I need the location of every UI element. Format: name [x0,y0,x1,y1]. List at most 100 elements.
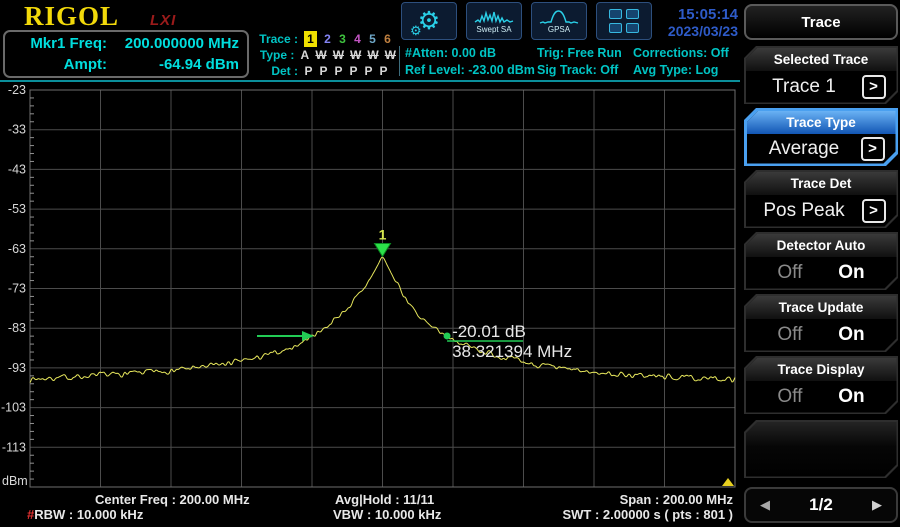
header-bar: RIGOL LXI Mkr1 Freq: 200.000000 MHz Ampt… [0,0,740,82]
trace-update-off-option[interactable]: Off [777,324,802,346]
softkey-panel: Trace Selected Trace Trace 1 > Trace Typ… [740,0,900,527]
rbw-text: RBW : 10.000 kHz [34,507,144,522]
status-col-corrections: Corrections: Off Avg Type: Log [633,45,729,79]
ndb-freq-label: 38.321394 MHz [452,342,572,361]
gpsa-label: GPSA [547,24,571,34]
status-col-trig: Trig: Free Run Sig Track: Off [537,45,622,79]
corrections-status: Corrections: Off [633,46,729,60]
trace-5-num[interactable]: 5 [368,31,377,47]
clock: 15:05:14 2023/03/23 [652,6,738,39]
avg-type-status: Avg Type: Log [633,63,719,77]
mkr1-freq-label: Mkr1 Freq: [30,35,107,52]
header-divider [399,46,400,76]
detector-auto-on-option[interactable]: On [838,262,864,284]
apps-button[interactable] [596,2,652,40]
small-gear-icon: ⚙ [410,23,422,38]
type-row-label: Type : [259,48,295,62]
settings-button[interactable]: ⚙ ⚙ [401,2,457,40]
trace-display-off-option[interactable]: Off [777,386,802,408]
y-axis-tick-label: -93 [8,361,26,375]
spectrum-analyzer-screen: RIGOL LXI Mkr1 Freq: 200.000000 MHz Ampt… [0,0,900,527]
y-axis-tick-label: -63 [8,242,26,256]
y-axis-tick-label: -113 [2,440,26,454]
marker-1-label: 1 [379,227,387,243]
toolbar: ⚙ ⚙ Swept SA GPSA [401,2,652,40]
detector-auto-header: Detector Auto [746,234,897,257]
trace-display-on-option[interactable]: On [838,386,864,408]
swept-sa-icon [474,9,514,24]
trace-legend-det-row: Det : P P P P P P [254,63,396,79]
trace-3-type: W [332,48,345,62]
softkey-detector-auto[interactable]: Detector Auto Off On [744,232,898,290]
det-row-label: Det : [271,64,298,78]
marker-readout: Mkr1 Freq: 200.000000 MHz Ampt: -64.94 d… [3,30,249,78]
trace-row-label: Trace : [259,32,298,46]
trace-5-det: P [364,64,373,78]
softkey-trace-update[interactable]: Trace Update Off On [744,294,898,352]
avg-hold-readout: Avg|Hold : 11/11 [335,492,435,507]
trace-legend-trace-row: Trace : 1 2 3 4 5 6 [254,31,396,47]
y-axis-tick-label: -33 [8,123,26,137]
clock-time: 15:05:14 [677,6,738,23]
rigol-logo: RIGOL [24,1,120,31]
ndb-right-point [443,332,451,340]
trace-display-header: Trace Display [746,358,897,381]
chart-area: -23 -33 -43 -53 -63 -73 -83 -93 -103 -113 dBm 1 -20.… [0,82,740,488]
trace-1-num[interactable]: 1 [304,31,317,47]
trace-det-header: Trace Det [746,172,897,195]
page-navigator[interactable]: ◀ 1/2 ▶ [744,487,898,523]
swept-sa-mode-button[interactable]: Swept SA [466,2,522,40]
trace-update-on-option[interactable]: On [838,324,864,346]
offscreen-marker-indicator-icon [722,478,734,486]
trace-type-header: Trace Type [747,111,896,134]
trace-4-num[interactable]: 4 [353,31,362,47]
softkey-trace-det[interactable]: Trace Det Pos Peak > [744,170,898,228]
softkey-selected-trace[interactable]: Selected Trace Trace 1 > [744,46,898,104]
y-axis-tick-label: -103 [1,401,26,415]
atten-status: #Atten: 0.00 dB [405,46,496,60]
y-axis-tick-label: -83 [8,321,26,335]
y-axis-tick-label: -53 [8,202,26,216]
spectrum-chart: -23 -33 -43 -53 -63 -73 -83 -93 -103 -113 dBm 1 -20.… [1,83,736,488]
softkey-trace-display[interactable]: Trace Display Off On [744,356,898,414]
apps-grid-icon [609,9,639,33]
softkey-empty-slot[interactable] [744,420,898,478]
y-axis-tick-label: -23 [8,83,26,97]
lxi-badge: LXI [150,12,177,29]
trace-4-type: W [350,48,362,62]
trig-status: Trig: Free Run [537,46,622,60]
ndb-delta-label: -20.01 dB [452,322,526,341]
page-indicator: 1/2 [809,495,833,514]
trace-3-num[interactable]: 3 [338,31,347,47]
y-axis-tick-label: -73 [8,282,26,296]
clock-date: 2023/03/23 [667,23,738,39]
mkr1-freq-value: 200.000000 MHz [124,35,239,52]
detector-auto-off-option[interactable]: Off [777,262,802,284]
trace-5-type: W [367,48,379,62]
span-readout: Span : 200.00 MHz [619,492,733,507]
y-axis-unit-label: dBm [2,474,28,488]
trace-legend: Trace : 1 2 3 4 5 6 Type : A W W W W W D… [254,31,396,79]
page-next-icon[interactable]: ▶ [872,497,882,513]
trace-6-num[interactable]: 6 [383,31,392,47]
softkey-trace-type[interactable]: Trace Type Average > [744,108,898,166]
marker-1-triangle-icon [373,243,392,258]
trace-3-det: P [334,64,343,78]
y-axis-tick-label: -43 [8,162,26,176]
trace-1-type: A [300,48,310,62]
chevron-right-icon: > [861,137,885,161]
gpsa-mode-button[interactable]: GPSA [531,2,587,40]
trace-2-num[interactable]: 2 [323,31,332,47]
trace-4-det: P [349,64,358,78]
gpsa-icon [539,9,579,24]
page-prev-icon[interactable]: ◀ [760,497,770,513]
sig-track-status: Sig Track: Off [537,63,619,77]
panel-title[interactable]: Trace [744,4,898,40]
trace-2-det: P [319,64,328,78]
status-col-atten: #Atten: 0.00 dB Ref Level: -23.00 dBm [405,45,535,79]
chevron-right-icon: > [862,75,886,99]
marker-freq-row: Mkr1 Freq: 200.000000 MHz [5,33,247,54]
trace-update-header: Trace Update [746,296,897,319]
trace-6-type: W [384,48,396,62]
vbw-readout: VBW : 10.000 kHz [333,507,442,522]
